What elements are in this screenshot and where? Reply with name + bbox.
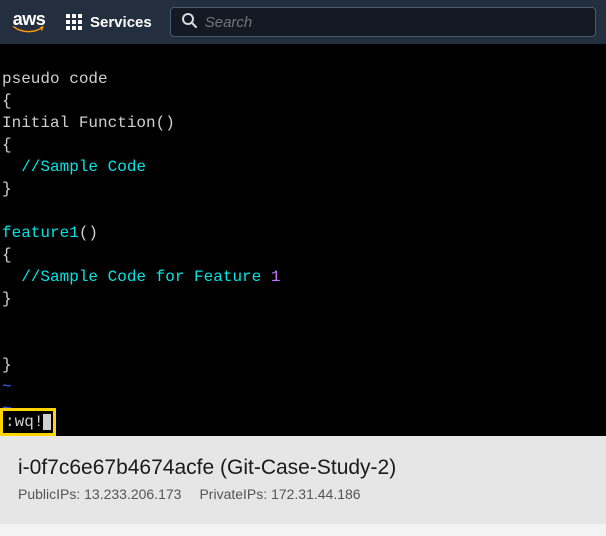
aws-logo[interactable]: aws <box>10 10 48 34</box>
code-indent <box>2 268 21 286</box>
comment-slashes: // <box>21 268 40 286</box>
grid-icon <box>66 14 82 30</box>
instance-ips: PublicIPs: 13.233.206.173 PrivateIPs: 17… <box>18 486 588 502</box>
public-ips: PublicIPs: 13.233.206.173 <box>18 486 181 502</box>
vim-wq-command: wq! <box>15 411 44 433</box>
private-ip-label: PrivateIPs: <box>199 486 267 502</box>
code-line: { <box>2 92 12 110</box>
comment-number: 1 <box>271 268 281 286</box>
code-line: } <box>2 180 12 198</box>
vim-colon: : <box>5 411 15 433</box>
code-line: } <box>2 290 12 308</box>
aws-smile-icon <box>10 26 48 34</box>
services-menu-button[interactable]: Services <box>66 14 152 31</box>
fn-paren: () <box>79 224 98 242</box>
code-line: Initial Function() <box>2 114 175 132</box>
code-line: } <box>2 356 12 374</box>
terminal[interactable]: pseudo code { Initial Function() { //Sam… <box>0 44 606 436</box>
instance-name: (Git-Case-Study-2) <box>220 456 396 479</box>
vim-command-highlight: :wq! <box>0 408 56 436</box>
public-ip-value: 13.233.206.173 <box>84 486 181 502</box>
public-ip-label: PublicIPs: <box>18 486 80 502</box>
global-search[interactable] <box>170 7 596 37</box>
code-line: pseudo code <box>2 70 108 88</box>
instance-title: i-0f7c6e67b4674acfe (Git-Case-Study-2) <box>18 456 588 480</box>
fn-name: feature1 <box>2 224 79 242</box>
search-input[interactable] <box>205 14 585 31</box>
search-icon <box>181 12 197 33</box>
vim-tilde: ~ <box>2 378 12 396</box>
comment-slashes: // <box>21 158 40 176</box>
code-line: { <box>2 246 12 264</box>
comment-text: Sample Code <box>40 158 146 176</box>
private-ip-value: 172.31.44.186 <box>271 486 361 502</box>
terminal-cursor <box>43 414 51 430</box>
services-label: Services <box>90 14 152 31</box>
comment-text: Sample Code for Feature <box>40 268 270 286</box>
instance-info-panel: i-0f7c6e67b4674acfe (Git-Case-Study-2) P… <box>0 436 606 524</box>
instance-id: i-0f7c6e67b4674acfe <box>18 456 214 479</box>
private-ips: PrivateIPs: 172.31.44.186 <box>199 486 360 502</box>
code-indent <box>2 158 21 176</box>
code-line: { <box>2 136 12 154</box>
aws-navbar: aws Services <box>0 0 606 44</box>
